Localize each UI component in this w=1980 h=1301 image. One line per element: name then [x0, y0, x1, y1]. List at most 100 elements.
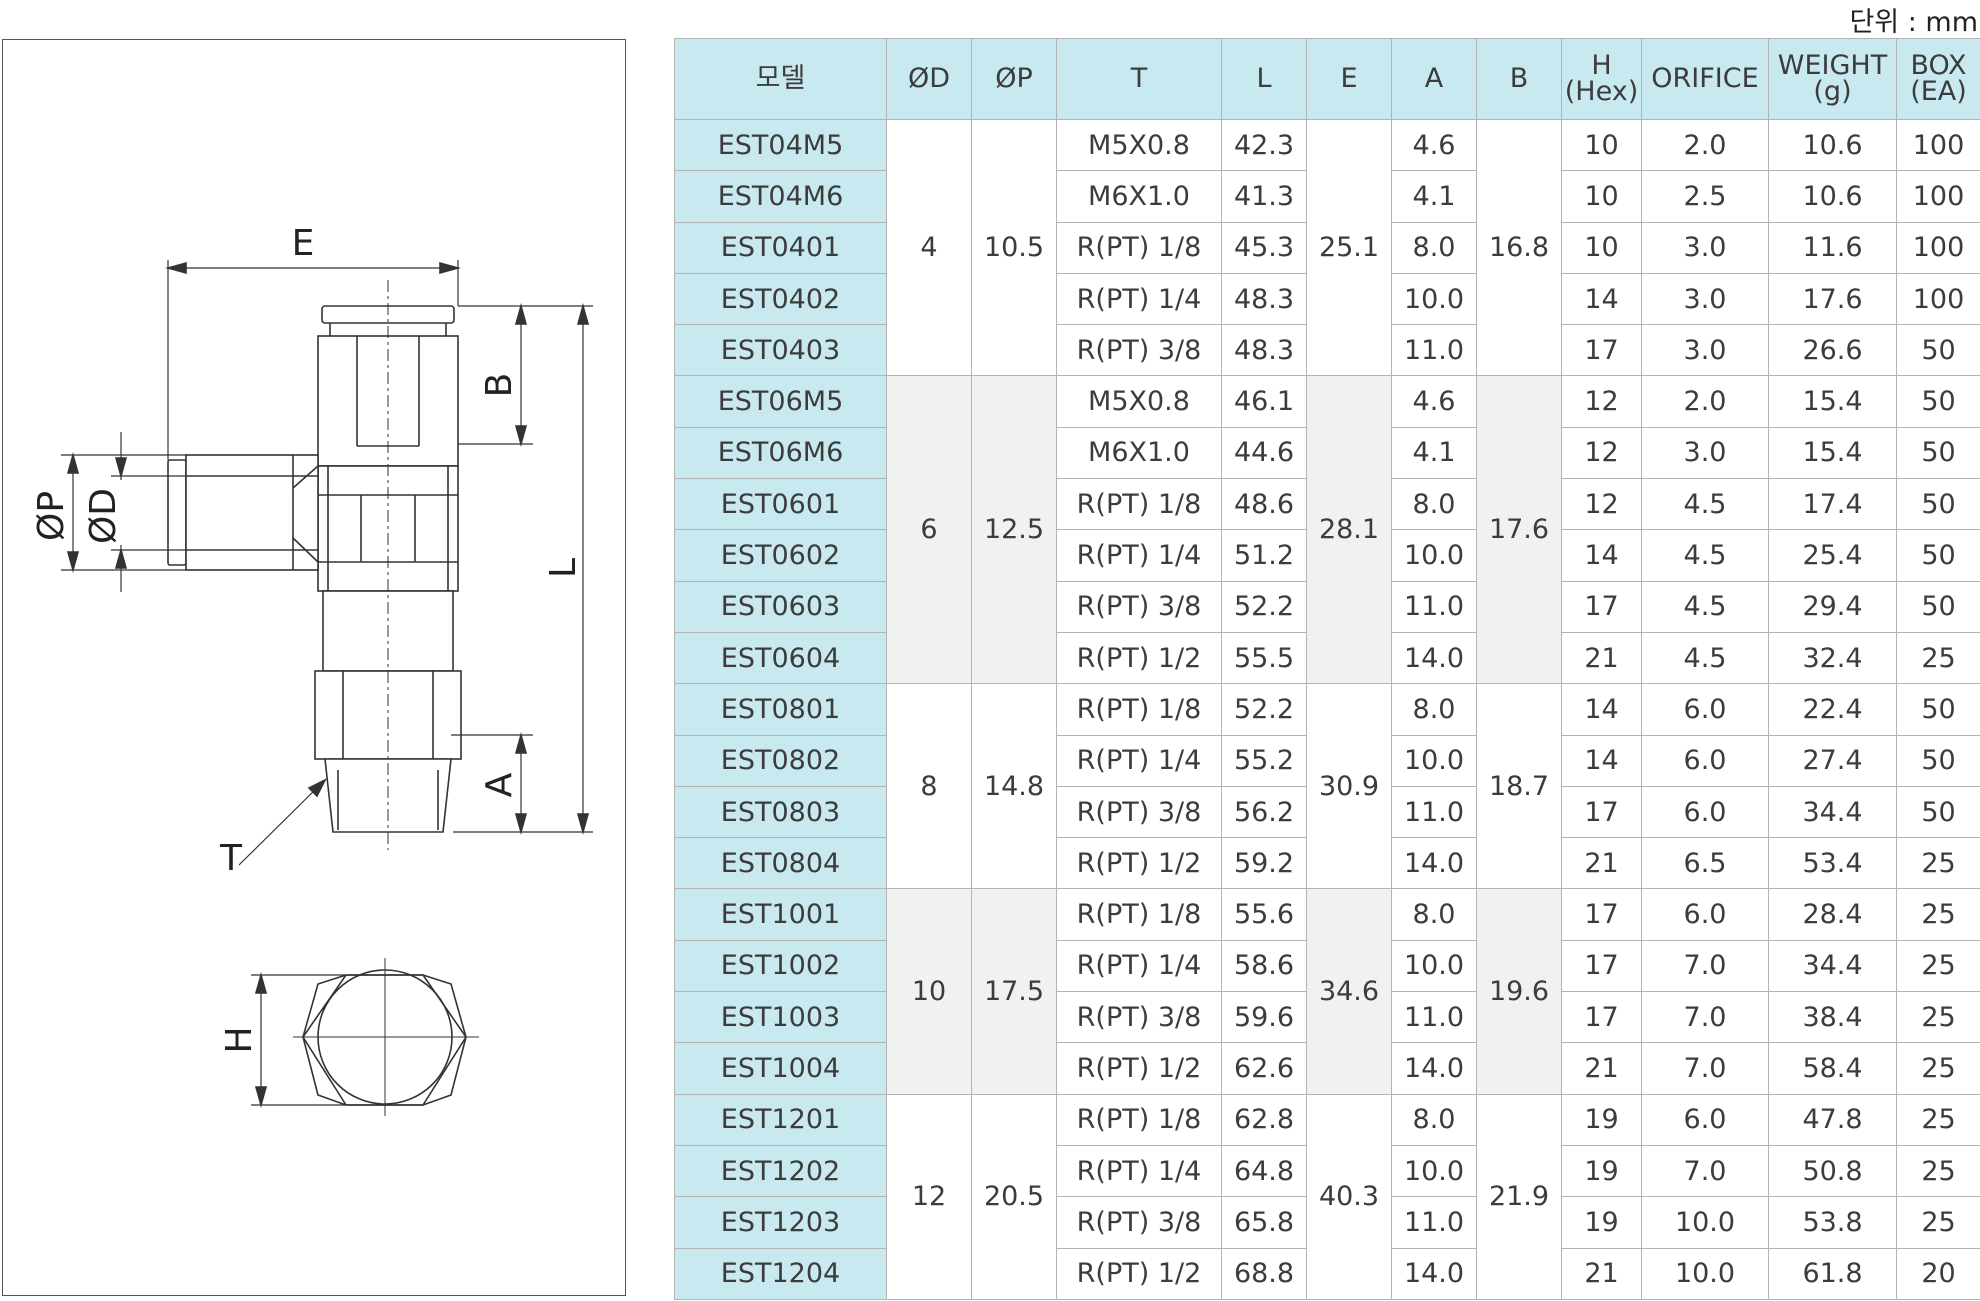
cell-a: 11.0 — [1391, 580, 1477, 633]
cell-weight: 34.4 — [1768, 785, 1897, 839]
cell-model: EST0803 — [674, 785, 887, 839]
cell-a: 10.0 — [1391, 272, 1477, 326]
cell-op: 14.8 — [971, 683, 1057, 890]
cell-orifice: 10.0 — [1641, 1196, 1769, 1249]
cell-t: R(PT) 1/8 — [1056, 683, 1222, 736]
cell-op: 17.5 — [971, 888, 1057, 1095]
cell-l: 55.6 — [1221, 888, 1307, 941]
cell-weight: 25.4 — [1768, 529, 1897, 582]
cell-model: EST1004 — [674, 1042, 887, 1095]
cell-orifice: 6.5 — [1641, 837, 1769, 890]
cell-h: 12 — [1561, 375, 1642, 428]
cell-model: EST0604 — [674, 631, 887, 685]
cell-t: R(PT) 1/8 — [1056, 1093, 1222, 1146]
cell-box: 50 — [1896, 324, 1980, 377]
cell-box: 25 — [1896, 631, 1980, 685]
cell-t: R(PT) 3/8 — [1056, 1196, 1222, 1249]
unit-label: 단위 : mm — [1849, 7, 1978, 38]
cell-h: 21 — [1561, 1042, 1642, 1095]
header-box: BOX (EA) — [1896, 38, 1980, 120]
cell-box: 25 — [1896, 991, 1980, 1044]
cell-t: R(PT) 1/4 — [1056, 734, 1222, 787]
cell-t: R(PT) 1/2 — [1056, 837, 1222, 890]
cell-h: 17 — [1561, 991, 1642, 1044]
cell-a: 14.0 — [1391, 1247, 1477, 1301]
cell-box: 25 — [1896, 1042, 1980, 1095]
cell-weight: 15.4 — [1768, 426, 1897, 480]
cell-model: EST06M5 — [674, 375, 887, 428]
header-box-line2: (EA) — [1910, 76, 1967, 107]
cell-weight: 26.6 — [1768, 324, 1897, 377]
cell-h: 14 — [1561, 529, 1642, 582]
cell-model: EST04M6 — [674, 170, 887, 223]
header-b: B — [1476, 38, 1562, 120]
cell-orifice: 4.5 — [1641, 478, 1769, 531]
header-weight-line2: (g) — [1813, 76, 1852, 107]
cell-weight: 10.6 — [1768, 118, 1897, 172]
cell-weight: 27.4 — [1768, 734, 1897, 787]
cell-h: 17 — [1561, 888, 1642, 941]
cell-t: M5X0.8 — [1056, 118, 1222, 172]
cell-e: 25.1 — [1306, 118, 1392, 377]
cell-h: 14 — [1561, 272, 1642, 326]
cell-h: 19 — [1561, 1144, 1642, 1198]
cell-box: 50 — [1896, 785, 1980, 839]
cell-a: 14.0 — [1391, 837, 1477, 890]
cell-t: R(PT) 3/8 — [1056, 991, 1222, 1044]
spec-table: 모델 ØD ØP T L E A B H (Hex) ORIFICE WEIGHT… — [674, 38, 1980, 1301]
cell-weight: 50.8 — [1768, 1144, 1897, 1198]
cell-l: 41.3 — [1221, 170, 1307, 223]
cell-orifice: 6.0 — [1641, 1093, 1769, 1146]
cell-weight: 17.4 — [1768, 478, 1897, 531]
cell-l: 65.8 — [1221, 1196, 1307, 1249]
cell-a: 8.0 — [1391, 683, 1477, 736]
cell-l: 48.6 — [1221, 478, 1307, 531]
side-port — [185, 454, 319, 571]
cell-a: 11.0 — [1391, 1196, 1477, 1249]
table-row: EST1201 12 20.5 R(PT) 1/8 62.8 40.3 8.0 21.9 19 6… — [674, 1093, 1980, 1301]
cell-od: 6 — [886, 375, 972, 685]
cell-orifice: 6.0 — [1641, 683, 1769, 736]
cell-l: 51.2 — [1221, 529, 1307, 582]
cell-weight: 38.4 — [1768, 991, 1897, 1044]
cell-h: 21 — [1561, 837, 1642, 890]
cell-a: 4.6 — [1391, 375, 1477, 428]
cell-t: M6X1.0 — [1056, 426, 1222, 480]
cell-op: 12.5 — [971, 375, 1057, 685]
cell-model: EST1204 — [674, 1247, 887, 1301]
cell-box: 100 — [1896, 272, 1980, 326]
cell-weight: 47.8 — [1768, 1093, 1897, 1146]
cell-a: 8.0 — [1391, 1093, 1477, 1146]
table-row: EST04M5 4 10.5 M5X0.8 42.3 25.1 4.6 16.8 10 2.0 10… — [674, 118, 1980, 377]
cell-od: 10 — [886, 888, 972, 1095]
table-row: EST06M5 6 12.5 M5X0.8 46.1 28.1 4.6 17.6 12 2.0 15… — [674, 375, 1980, 685]
cell-l: 59.2 — [1221, 837, 1307, 890]
header-od: ØD — [886, 38, 972, 120]
cell-box: 100 — [1896, 170, 1980, 223]
cell-t: R(PT) 1/2 — [1056, 1247, 1222, 1301]
cell-weight: 29.4 — [1768, 580, 1897, 633]
dimension-label-op: ØP — [31, 491, 72, 541]
cell-orifice: 3.0 — [1641, 221, 1769, 274]
header-e: E — [1306, 38, 1392, 120]
cell-orifice: 4.5 — [1641, 580, 1769, 633]
cell-l: 45.3 — [1221, 221, 1307, 274]
cell-a: 11.0 — [1391, 785, 1477, 839]
cell-l: 64.8 — [1221, 1144, 1307, 1198]
cell-h: 10 — [1561, 118, 1642, 172]
cell-weight: 10.6 — [1768, 170, 1897, 223]
cell-l: 62.8 — [1221, 1093, 1307, 1146]
cell-b: 21.9 — [1476, 1093, 1562, 1301]
cell-l: 55.5 — [1221, 631, 1307, 685]
cell-model: EST0801 — [674, 683, 887, 736]
cell-box: 25 — [1896, 939, 1980, 993]
cell-model: EST1201 — [674, 1093, 887, 1146]
cell-h: 12 — [1561, 426, 1642, 480]
cell-box: 50 — [1896, 426, 1980, 480]
cell-orifice: 6.0 — [1641, 734, 1769, 787]
cell-weight: 61.8 — [1768, 1247, 1897, 1301]
cell-h: 19 — [1561, 1093, 1642, 1146]
cell-orifice: 10.0 — [1641, 1247, 1769, 1301]
cell-t: R(PT) 3/8 — [1056, 580, 1222, 633]
cell-model: EST0804 — [674, 837, 887, 890]
